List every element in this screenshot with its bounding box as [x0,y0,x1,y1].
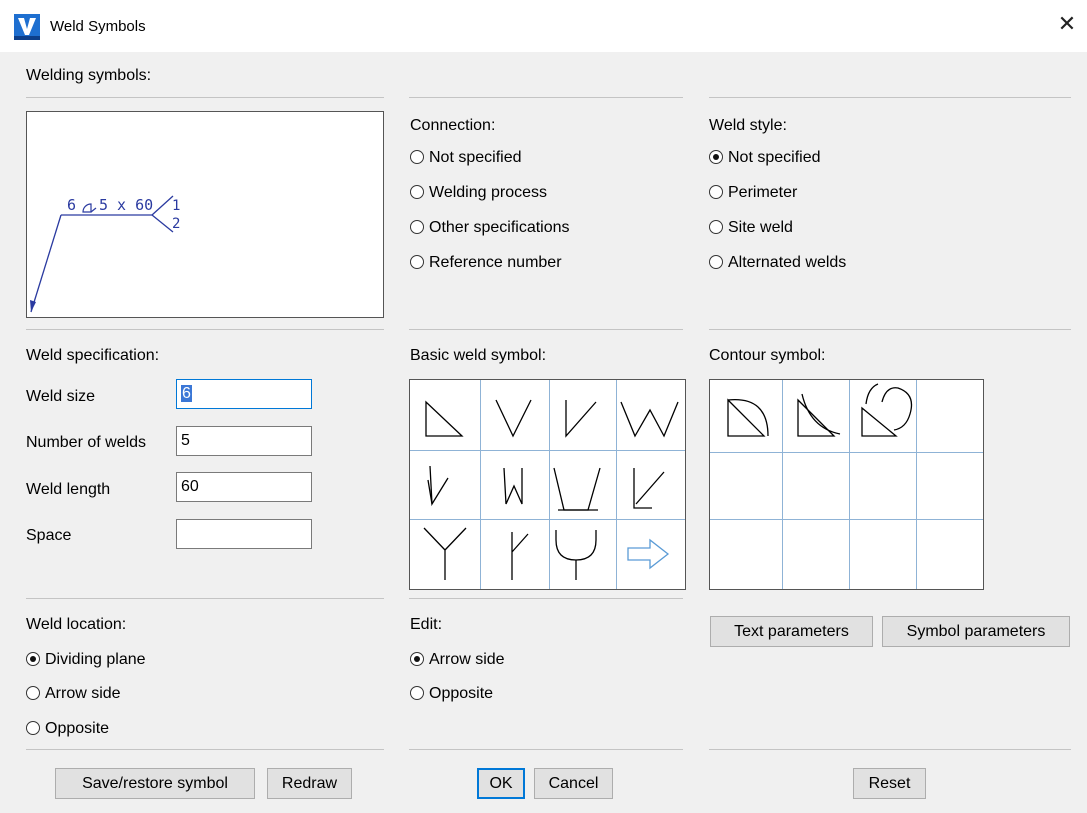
v-weld-broad-root-icon[interactable] [553,467,601,511]
weld-length-label: Weld length [26,481,111,498]
preview-ref-top: 1 [172,198,180,214]
next-arrow-icon[interactable] [627,538,670,570]
weld-specification-label: Weld specification: [26,347,160,364]
radio-icon[interactable] [26,721,40,735]
double-v-weld-icon[interactable] [620,401,679,438]
weld-style-label: Weld style: [709,117,787,134]
contour-symbol-grid [709,379,984,590]
ok-button[interactable]: OK [477,768,525,799]
radio-icon[interactable] [410,150,424,164]
reset-button[interactable]: Reset [853,768,926,799]
blended-contour-icon[interactable] [861,383,913,437]
weld-symbols-dialog: Weld Symbols ✕ Welding symbols: 6 5 x 60… [0,0,1087,813]
convex-contour-icon[interactable] [727,398,769,437]
radio-icon[interactable] [709,255,723,269]
cancel-button[interactable]: Cancel [534,768,613,799]
vertex-logo-icon [14,14,40,40]
y-weld-icon[interactable] [423,527,467,580]
weld-size-input[interactable]: 6 [176,379,312,409]
v-butt-weld-icon[interactable] [495,399,532,438]
weld-symbol-drawing: 6 5 x 60 1 2 [30,195,180,313]
divider [709,329,1071,330]
number-of-welds-label: Number of welds [26,434,147,451]
radio-icon[interactable] [410,185,424,199]
weld-symbol-preview: 6 5 x 60 1 2 [26,111,384,318]
radio-icon[interactable] [26,686,40,700]
title-bar: Weld Symbols ✕ [0,0,1087,52]
divider [26,598,384,599]
divider [409,598,683,599]
preview-ref-bottom: 2 [172,216,180,232]
concave-contour-icon[interactable] [797,393,841,437]
preview-length-text: 5 x 60 [99,196,153,214]
divider [26,97,384,98]
weld-location-label: Weld location: [26,616,127,633]
radio-selected-icon[interactable] [709,150,723,164]
u-weld-icon[interactable] [555,530,597,580]
bevel-weld-broad-root-icon[interactable] [633,468,665,509]
basic-weld-symbol-grid [409,379,686,590]
space-label: Space [26,527,72,544]
divider [709,749,1071,750]
radio-selected-icon[interactable] [26,652,40,666]
connection-label: Connection: [410,117,496,134]
save-restore-symbol-button[interactable]: Save/restore symbol [55,768,255,799]
radio-icon[interactable] [410,220,424,234]
divider [26,749,384,750]
radio-icon[interactable] [709,220,723,234]
j-bevel-weld-icon[interactable] [511,532,529,580]
weld-size-label: Weld size [26,388,96,405]
radio-selected-icon[interactable] [410,652,424,666]
welding-symbols-label: Welding symbols: [26,67,152,84]
divider [409,97,683,98]
steep-bevel-weld-icon[interactable] [503,467,523,505]
radio-icon[interactable] [410,255,424,269]
steep-v-weld-icon[interactable] [427,465,449,507]
space-input[interactable] [176,519,312,549]
contour-symbols-drawing [727,383,913,437]
fillet-weld-icon[interactable] [425,400,464,437]
basic-weld-symbol-label: Basic weld symbol: [410,347,547,364]
redraw-button[interactable]: Redraw [267,768,352,799]
radio-icon[interactable] [709,185,723,199]
symbol-parameters-button[interactable]: Symbol parameters [882,616,1070,647]
radio-icon[interactable] [410,686,424,700]
preview-size-text: 6 [67,196,76,214]
edit-label: Edit: [410,616,443,633]
weld-length-input[interactable]: 60 [176,472,312,502]
divider [26,329,384,330]
bevel-butt-weld-icon[interactable] [565,400,597,438]
contour-symbol-label: Contour symbol: [709,347,826,364]
close-icon[interactable]: ✕ [1054,12,1080,38]
text-parameters-button[interactable]: Text parameters [710,616,873,647]
number-of-welds-input[interactable]: 5 [176,426,312,456]
divider [409,749,683,750]
divider [709,97,1071,98]
divider [409,329,683,330]
basic-weld-symbols-drawing [423,399,679,580]
window-title: Weld Symbols [50,18,146,35]
